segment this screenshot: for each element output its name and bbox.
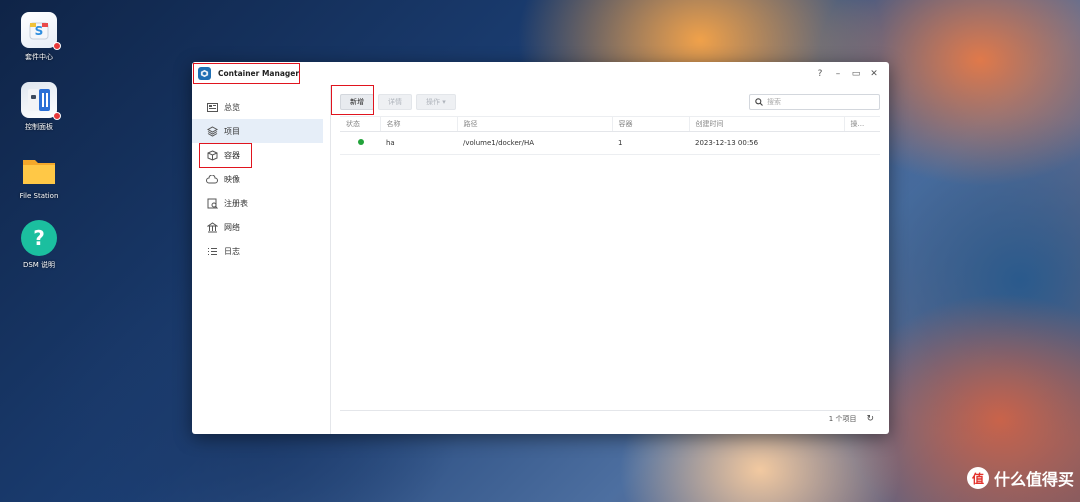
network-icon bbox=[206, 221, 218, 233]
notification-badge bbox=[53, 42, 61, 50]
overview-icon bbox=[206, 101, 218, 113]
sidebar-item-network[interactable]: 网络 bbox=[192, 215, 323, 239]
refresh-icon[interactable]: ↻ bbox=[866, 414, 874, 424]
column-header-actions[interactable]: 操... bbox=[843, 116, 880, 132]
status-cell bbox=[340, 131, 380, 155]
sidebar-item-projects[interactable]: 项目 bbox=[192, 119, 323, 143]
sidebar-item-label: 注册表 bbox=[224, 198, 248, 208]
help-icon: ? bbox=[21, 220, 57, 256]
close-button[interactable]: ✕ bbox=[865, 69, 883, 79]
window-titlebar[interactable]: Container Manager ? – ▭ ✕ bbox=[192, 62, 889, 85]
notification-badge bbox=[53, 112, 61, 120]
column-header-containers[interactable]: 容器 bbox=[611, 116, 689, 132]
table-row[interactable]: ha /volume1/docker/HA 1 2023-12-13 00:56 bbox=[340, 131, 880, 155]
container-manager-window: Container Manager ? – ▭ ✕ 总览 项目 容器 映像 注册… bbox=[192, 62, 889, 434]
desktop-icon-dsm-help[interactable]: ? DSM 说明 bbox=[10, 220, 68, 270]
desktop-icon-label: 控制面板 bbox=[25, 123, 53, 131]
search-input[interactable] bbox=[767, 98, 867, 106]
sidebar-item-containers[interactable]: 容器 bbox=[192, 143, 323, 167]
cube-icon bbox=[206, 149, 218, 161]
sidebar-item-registry[interactable]: 注册表 bbox=[192, 191, 323, 215]
desktop-icon-control-panel[interactable]: 控制面板 bbox=[10, 82, 68, 132]
sidebar-item-label: 网络 bbox=[224, 222, 240, 232]
desktop-icon-file-station[interactable]: File Station bbox=[10, 152, 68, 200]
column-header-name[interactable]: 名称 bbox=[379, 116, 457, 132]
column-header-path[interactable]: 路径 bbox=[456, 116, 612, 132]
actions-cell bbox=[844, 131, 880, 155]
package-center-icon: S bbox=[21, 12, 61, 50]
maximize-button[interactable]: ▭ bbox=[847, 69, 865, 79]
search-box[interactable] bbox=[749, 94, 880, 110]
sidebar-item-label: 映像 bbox=[224, 174, 240, 184]
container-manager-app-icon bbox=[198, 67, 211, 80]
table-header-row: 状态 名称 路径 容器 创建时间 操... bbox=[340, 116, 880, 132]
item-count: 1 个项目 bbox=[828, 415, 857, 423]
desktop-icon-label: File Station bbox=[19, 192, 59, 200]
sidebar-item-label: 项目 bbox=[224, 126, 240, 136]
window-title: Container Manager bbox=[218, 69, 300, 78]
help-button[interactable]: ? bbox=[811, 69, 829, 79]
search-icon bbox=[755, 98, 763, 106]
folder-icon bbox=[21, 152, 57, 188]
sidebar: 总览 项目 容器 映像 注册表 网络 日志 bbox=[192, 85, 331, 434]
column-header-status[interactable]: 状态 bbox=[340, 116, 380, 132]
details-button[interactable]: 详情 bbox=[378, 94, 412, 110]
watermark-text: 什么值得买 bbox=[993, 470, 1074, 489]
desktop-icon-package-center[interactable]: S 套件中心 bbox=[10, 12, 68, 62]
action-dropdown[interactable]: 操作 ▾ bbox=[416, 94, 456, 110]
registry-icon bbox=[206, 197, 218, 209]
toolbar: 新增 详情 操作 ▾ bbox=[340, 93, 880, 111]
layers-icon bbox=[206, 125, 218, 137]
sidebar-item-label: 总览 bbox=[224, 102, 240, 112]
sidebar-item-overview[interactable]: 总览 bbox=[192, 95, 323, 119]
projects-table: 状态 名称 路径 容器 创建时间 操... ha /volume1/docker… bbox=[340, 116, 880, 155]
minimize-button[interactable]: – bbox=[829, 69, 847, 79]
control-panel-icon bbox=[21, 82, 61, 120]
sidebar-item-label: 日志 bbox=[224, 246, 240, 256]
watermark-logo: 值 bbox=[966, 467, 989, 489]
status-running-icon bbox=[358, 139, 364, 145]
cloud-icon bbox=[206, 173, 218, 185]
path-cell: /volume1/docker/HA bbox=[457, 131, 612, 155]
desktop-icon-label: DSM 说明 bbox=[22, 261, 56, 269]
sidebar-item-label: 容器 bbox=[224, 150, 240, 160]
sidebar-item-images[interactable]: 映像 bbox=[192, 167, 323, 191]
name-cell: ha bbox=[380, 131, 457, 155]
main-panel: 新增 详情 操作 ▾ 状态 名称 路径 容器 创建时间 操. bbox=[331, 85, 889, 434]
log-icon bbox=[206, 245, 218, 257]
create-button[interactable]: 新增 bbox=[340, 94, 374, 110]
desktop-icon-label: 套件中心 bbox=[25, 53, 53, 61]
watermark: 值 什么值得买 bbox=[966, 466, 1074, 490]
containers-cell: 1 bbox=[612, 131, 689, 155]
table-footer: 1 个项目 ↻ bbox=[340, 410, 880, 427]
created-cell: 2023-12-13 00:56 bbox=[689, 131, 844, 155]
column-header-created[interactable]: 创建时间 bbox=[688, 116, 844, 132]
sidebar-item-log[interactable]: 日志 bbox=[192, 239, 323, 263]
